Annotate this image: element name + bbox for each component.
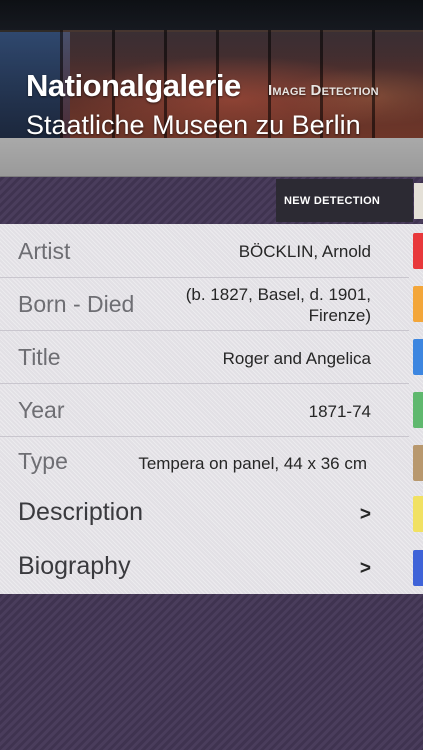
detail-row-title: Title Roger and Angelica: [0, 331, 409, 384]
description-link[interactable]: Description >: [0, 487, 409, 541]
type-label: Type: [18, 448, 68, 474]
detail-row-born-died: Born - Died (b. 1827, Basel, d. 1901, Fi…: [0, 278, 409, 331]
detail-row-year: Year 1871-74: [0, 384, 409, 437]
type-color-tab: [413, 445, 423, 481]
header-divider-band: [0, 138, 423, 177]
description-chevron-icon: >: [359, 504, 371, 525]
detail-row-type: Type Tempera on panel, 44 x 36 cm: [0, 437, 409, 487]
year-label: Year: [18, 397, 65, 423]
detail-row-artist: Artist BÖCKLIN, Arnold: [0, 224, 409, 278]
biography-color-tab: [413, 550, 423, 586]
title-label: Title: [18, 344, 61, 370]
artist-value: BÖCKLIN, Arnold: [238, 242, 371, 261]
title-color-tab: [413, 339, 423, 375]
title-value: Roger and Angelica: [222, 349, 371, 368]
header-banner: Nationalgalerie Image Detection Staatlic…: [0, 0, 423, 138]
brand-subtitle: Staatliche Museen zu Berlin: [26, 110, 361, 138]
new-detection-button[interactable]: NEW DETECTION: [276, 179, 413, 222]
artist-color-tab: [413, 233, 423, 269]
biography-chevron-icon: >: [359, 558, 371, 579]
born-died-label: Born - Died: [18, 291, 135, 317]
mode-label: Image Detection: [268, 82, 379, 99]
year-value: 1871-74: [308, 402, 371, 421]
details-panel: Artist BÖCKLIN, Arnold Born - Died (b. 1…: [0, 224, 423, 594]
biography-link[interactable]: Biography >: [0, 541, 409, 594]
biography-label: Biography: [18, 552, 131, 580]
year-color-tab: [413, 392, 423, 428]
artist-label: Artist: [18, 238, 71, 264]
brand-title: Nationalgalerie: [26, 68, 241, 103]
born-died-color-tab: [413, 286, 423, 322]
born-died-value: (b. 1827, Basel, d. 1901, Firenze): [185, 285, 371, 325]
description-label: Description: [18, 498, 144, 526]
description-color-tab: [413, 496, 423, 532]
new-detection-tab: [414, 183, 423, 219]
type-value: Tempera on panel, 44 x 36 cm: [138, 454, 367, 473]
